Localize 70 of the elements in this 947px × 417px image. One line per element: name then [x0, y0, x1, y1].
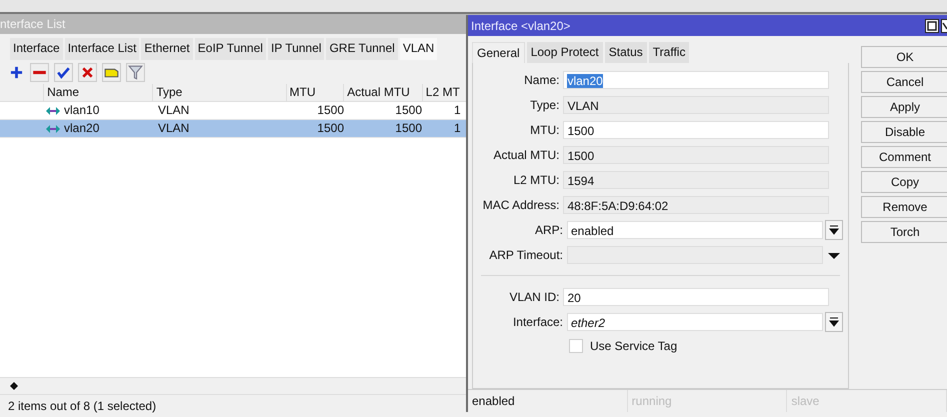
add-icon[interactable] [10, 66, 23, 78]
tab[interactable]: EoIP Tunnel [194, 38, 266, 60]
tab[interactable]: IP Tunnel [268, 38, 324, 60]
table-cell: 1500 [317, 103, 344, 117]
maximize-icon[interactable] [925, 18, 939, 32]
status-cell: enabled [468, 390, 628, 412]
dialog-button[interactable]: Apply [861, 96, 947, 118]
status-text: 2 items out of 8 (1 selected) [8, 399, 156, 413]
tab[interactable]: Traffic [648, 42, 690, 63]
checkmark-icon[interactable] [54, 62, 73, 82]
interface-icon [45, 104, 61, 116]
field-label: L2 MTU: [512, 172, 560, 186]
column-header[interactable]: Name [43, 84, 152, 101]
checkbox[interactable] [569, 339, 583, 353]
field-label: MAC Address: [482, 198, 560, 212]
field-label: ARP Timeout: [488, 248, 564, 262]
column-header[interactable]: Actual MTU [343, 84, 422, 101]
table-cell: 1 [454, 121, 461, 135]
column-header[interactable]: MTU [286, 84, 344, 101]
dialog-button[interactable]: Comment [861, 146, 947, 168]
input-field[interactable]: 1594 [563, 170, 829, 188]
tab[interactable]: Ethernet [141, 38, 193, 60]
dropdown-icon[interactable] [825, 312, 843, 332]
dialog-button[interactable]: Torch [861, 221, 947, 243]
field-label: VLAN ID: [508, 290, 560, 304]
checkbox-label: Use Service Tag [590, 339, 678, 353]
tab[interactable]: General [472, 42, 525, 63]
input-field[interactable]: enabled [567, 220, 823, 238]
field-label: Interface: [512, 314, 564, 328]
input-field[interactable]: 20 [563, 288, 829, 306]
tab[interactable]: Interface List [64, 38, 140, 60]
table-row[interactable]: vlan20 VLAN 1500 1500 1 [0, 120, 466, 138]
table-cell: vlan10 [64, 102, 100, 119]
close-icon[interactable] [941, 18, 947, 32]
field-label: Type: [529, 98, 560, 112]
column-header[interactable]: Type [152, 84, 286, 101]
dropdown-icon[interactable] [825, 220, 843, 240]
table-cell: vlan20 [64, 120, 100, 137]
tab[interactable]: Status [604, 42, 647, 63]
interface-icon [45, 122, 61, 134]
note-icon[interactable] [102, 62, 121, 82]
field-label: MTU: [529, 122, 560, 136]
table-cell: 1500 [395, 121, 422, 135]
table-cell: 1 [454, 103, 461, 117]
input-field[interactable]: 48:8F:5A:D9:64:02 [563, 196, 829, 214]
table-cell: VLAN [158, 121, 190, 135]
input-field[interactable]: VLAN [563, 96, 829, 114]
remove-icon[interactable] [30, 62, 49, 82]
input-field[interactable]: ether2 [567, 312, 823, 330]
tab[interactable]: VLAN [400, 38, 438, 60]
field-label: ARP: [534, 222, 564, 236]
dialog-button[interactable]: Copy [861, 171, 947, 193]
table-cell: VLAN [158, 103, 190, 117]
dialog-button[interactable]: Cancel [861, 71, 947, 93]
filter-icon[interactable] [126, 62, 145, 82]
field-label: Actual MTU: [492, 148, 560, 162]
table-cell: 1500 [395, 103, 422, 117]
window-title: Interface <vlan20> [471, 18, 570, 32]
tab[interactable]: Interface [10, 38, 63, 60]
input-field[interactable]: vlan20 [563, 70, 829, 88]
dialog-button[interactable]: Remove [861, 196, 947, 218]
input-field[interactable]: 1500 [563, 120, 829, 138]
table-cell: 1500 [317, 121, 344, 135]
field-label: Name: [523, 72, 560, 86]
tab[interactable]: Loop Protect [526, 42, 603, 63]
input-field[interactable]: 1500 [563, 146, 829, 164]
dialog-button[interactable]: OK [861, 46, 947, 68]
diamond-icon [10, 382, 18, 390]
dialog-button[interactable]: Disable [861, 121, 947, 143]
tab[interactable]: GRE Tunnel [326, 38, 398, 60]
